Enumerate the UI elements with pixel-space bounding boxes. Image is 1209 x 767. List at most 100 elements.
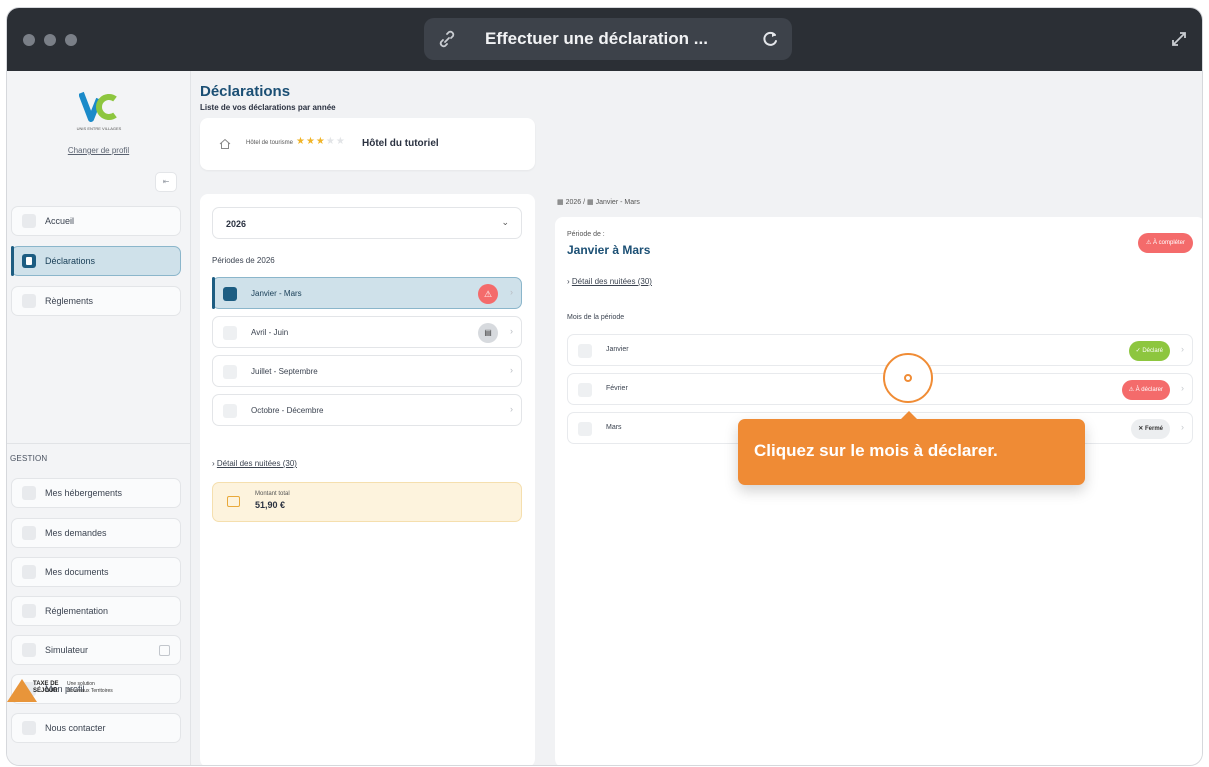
expand-icon[interactable] [1170, 30, 1188, 48]
collapse-sidebar-button[interactable]: ⇤ [155, 172, 177, 192]
main-content: Déclarations Liste de vos déclarations p… [190, 71, 1202, 765]
period-label: Octobre - Décembre [251, 406, 324, 415]
status-badge-to-declare: ⚠ À déclarer [1121, 380, 1170, 400]
sidebar-item-label: Mes hébergements [45, 488, 123, 498]
title-bar: Effectuer une déclaration ... [7, 8, 1202, 71]
tooltip-text: Cliquez sur le mois à déclarer. [754, 441, 998, 460]
sidebar-item-label: Simulateur [45, 645, 89, 655]
sidebar-item-contact[interactable]: Nous contacter [11, 713, 181, 743]
calendar-icon [223, 404, 237, 418]
selected-year: 2026 [226, 219, 247, 229]
month-label: Janvier [606, 346, 629, 353]
month-label: Mars [606, 424, 622, 431]
star-rating: ★★★★★ [296, 136, 346, 147]
app-window: Effectuer une déclaration ... UNIS ENTRE… [7, 8, 1202, 765]
sidebar-item-label: Mes demandes [45, 528, 107, 538]
law-icon [22, 604, 36, 618]
period-name: Janvier à Mars [567, 243, 651, 257]
nights-detail-link[interactable]: › Détail des nuitées (30) [567, 277, 652, 286]
chevron-right-icon: › [1181, 383, 1184, 393]
month-row-janvier[interactable]: Janvier ✓ Déclaré › [567, 334, 1193, 366]
months-title: Mois de la période [567, 314, 625, 321]
change-profile-link[interactable]: Changer de profil [7, 146, 190, 155]
status-badge-declared: ✓ Déclaré [1128, 341, 1170, 361]
sidebar-divider [7, 443, 190, 444]
chevron-right-icon: › [1181, 422, 1184, 432]
hotel-type: Hôtel de tourisme [246, 140, 294, 146]
hotel-name: Hôtel du tutoriel [362, 138, 439, 149]
click-target-indicator [883, 353, 933, 403]
minimize-window-dot[interactable] [44, 34, 56, 46]
chevron-right-icon: › [510, 287, 513, 297]
taxe-sejour-brand: TAXE DE SÉJOUR [33, 681, 59, 694]
period-detail-panel: Période de : Janvier à Mars ⚠ À compléte… [555, 217, 1202, 765]
page-title-tab: Effectuer une déclaration ... [485, 29, 708, 48]
sidebar-item-label: Mes documents [45, 567, 109, 577]
external-link-icon [159, 645, 170, 656]
window-controls [23, 34, 77, 46]
active-indicator [11, 246, 14, 276]
vc-logo [79, 91, 117, 122]
chevron-right-icon: › [510, 404, 513, 414]
sidebar-item-label: Nous contacter [45, 723, 106, 733]
link-icon[interactable] [436, 29, 458, 49]
sidebar-item-label: Déclarations [45, 256, 96, 266]
home-icon [22, 214, 36, 228]
breadcrumb-period: Janvier - Mars [595, 199, 640, 206]
address-bar[interactable]: Effectuer une déclaration ... [424, 18, 792, 60]
period-item-q3[interactable]: Juillet - Septembre › [212, 355, 522, 387]
calendar-icon [578, 383, 592, 397]
tutorial-tooltip: Cliquez sur le mois à déclarer. [738, 411, 1085, 485]
calendar-icon [223, 326, 237, 340]
mail-icon [22, 721, 36, 735]
page-subtitle: Liste de vos déclarations par année [200, 103, 336, 112]
period-of-label: Période de : [567, 231, 605, 238]
sidebar-item-hebergements[interactable]: Mes hébergements [11, 478, 181, 508]
month-label: Février [606, 385, 628, 392]
sidebar-item-demandes[interactable]: Mes demandes [11, 518, 181, 548]
close-window-dot[interactable] [23, 34, 35, 46]
calendar-icon: ▦ [587, 199, 594, 206]
nights-detail-link[interactable]: › Détail des nuitées (30) [212, 459, 297, 468]
sidebar-item-reglements[interactable]: Règlements [11, 286, 181, 316]
chevron-down-icon: ⌄ [501, 217, 509, 227]
home-icon [219, 138, 231, 149]
breadcrumb-year[interactable]: 2026 [566, 199, 582, 206]
year-select[interactable]: 2026 ⌄ [212, 207, 522, 239]
hotel-card[interactable]: Hôtel de tourisme ★★★★★ Hôtel du tutorie… [200, 118, 535, 170]
sidebar-item-accueil[interactable]: Accueil [11, 206, 181, 236]
folder-icon [22, 565, 36, 579]
taxe-sejour-tagline: Une solution Nouveaux Territoires [67, 681, 113, 694]
gestion-section-title: GESTION [10, 454, 48, 463]
sidebar: UNIS ENTRE VILLAGES Changer de profil ⇤ … [7, 71, 191, 765]
sidebar-item-simulateur[interactable]: Simulateur [11, 635, 181, 665]
calendar-icon: ▦ [557, 199, 564, 206]
sidebar-item-declarations[interactable]: Déclarations [11, 246, 181, 276]
sidebar-item-label: Règlements [45, 296, 94, 306]
wallet-icon [227, 496, 240, 507]
month-row-fevrier[interactable]: Février ⚠ À déclarer › [567, 373, 1193, 405]
period-item-q2[interactable]: Avril - Juin ▤ › [212, 316, 522, 348]
logo-subtitle: UNIS ENTRE VILLAGES [76, 126, 122, 131]
sidebar-item-label: Réglementation [45, 606, 109, 616]
calendar-icon [223, 287, 237, 301]
reload-icon[interactable] [760, 29, 780, 49]
breadcrumb: ▦ 2026 / ▦ Janvier - Mars [557, 198, 640, 206]
payment-icon [22, 294, 36, 308]
sidebar-item-documents[interactable]: Mes documents [11, 557, 181, 587]
period-item-q4[interactable]: Octobre - Décembre › [212, 394, 522, 426]
building-icon [22, 486, 36, 500]
warning-icon: ⚠ [478, 284, 498, 304]
calculator-icon [22, 643, 36, 657]
periods-panel: 2026 ⌄ Périodes de 2026 Janvier - Mars ⚠… [200, 194, 535, 765]
amount-label: Montant total [255, 491, 290, 497]
periods-title: Périodes de 2026 [212, 256, 275, 265]
sidebar-item-label: Accueil [45, 216, 75, 226]
period-label: Janvier - Mars [251, 289, 302, 298]
maximize-window-dot[interactable] [65, 34, 77, 46]
chevron-right-icon: › [510, 326, 513, 336]
amount-value: 51,90 € [255, 500, 286, 510]
page-title: Déclarations [200, 83, 291, 100]
period-item-q1[interactable]: Janvier - Mars ⚠ › [212, 277, 522, 309]
sidebar-item-reglementation[interactable]: Réglementation [11, 596, 181, 626]
